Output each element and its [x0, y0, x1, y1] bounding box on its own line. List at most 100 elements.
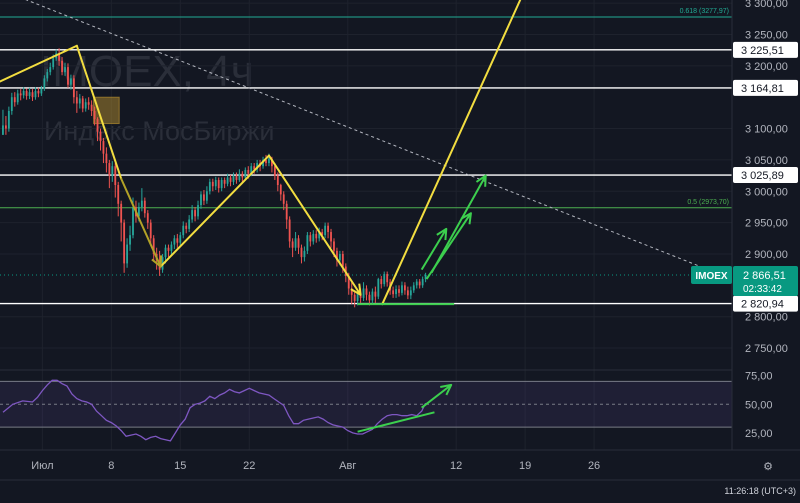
candle-body	[273, 166, 276, 176]
candle-body	[43, 78, 46, 89]
price-label-3[interactable]: 2 820,94	[733, 295, 798, 312]
watermark-symbol: IMOEX, 4ч	[40, 47, 254, 96]
candle-body	[409, 290, 412, 296]
candle-body	[13, 97, 16, 103]
candle-body	[282, 194, 285, 204]
candle-body	[205, 191, 208, 201]
price-tick-6: 2 950,00	[745, 218, 788, 230]
candle-body	[87, 102, 90, 105]
candle-body	[403, 285, 406, 291]
candle-body	[19, 93, 22, 96]
candle-body	[383, 274, 386, 285]
time-tick-4: Авг	[339, 460, 356, 472]
candle-body	[64, 67, 66, 73]
watermark-name: Индекс МосБиржи	[44, 116, 274, 146]
candle-body	[333, 241, 335, 251]
candle-body	[294, 238, 297, 248]
rsi-tick-1: 50,00	[745, 399, 773, 411]
candle-body	[395, 289, 397, 295]
price-tick-5: 3 000,00	[745, 186, 788, 198]
candle-body	[401, 285, 403, 293]
candle-body	[102, 141, 105, 154]
fib-label-0: 0.618 (3277,97)	[680, 8, 729, 15]
price-tick-9: 2 750,00	[745, 343, 788, 355]
candle-body	[67, 67, 69, 85]
candle-body	[315, 233, 318, 239]
candle-body	[114, 166, 117, 185]
price-tick-7: 2 900,00	[745, 249, 788, 261]
candle-body	[173, 238, 176, 245]
price-label-1[interactable]: 3 164,81	[733, 79, 798, 96]
rsi-tick-2: 25,00	[745, 428, 773, 440]
candle-body	[10, 97, 13, 111]
candle-body	[61, 60, 63, 73]
candle-body	[279, 185, 282, 195]
candle-body	[132, 206, 134, 236]
price-tick-1: 3 250,00	[745, 29, 788, 41]
candle-body	[374, 291, 377, 297]
candle-body	[194, 210, 196, 217]
price-tick-4: 3 050,00	[745, 155, 788, 167]
time-tick-0: Июл	[31, 460, 53, 472]
candle-body	[182, 225, 185, 236]
candle-body	[208, 181, 211, 192]
candle-body	[412, 285, 415, 291]
settings-gear-icon[interactable]: ⚙	[763, 461, 773, 473]
candle-body	[235, 175, 238, 180]
current-price-value: 2 866,51	[743, 270, 786, 282]
candle-body	[415, 281, 418, 286]
candle-body	[341, 253, 344, 267]
candle-103[interactable]	[306, 232, 309, 254]
candle-body	[105, 153, 108, 164]
time-tick-6: 19	[519, 460, 531, 472]
candle-body	[126, 244, 129, 264]
candle-body	[291, 241, 294, 248]
candle-body	[170, 244, 173, 251]
candle-body	[46, 72, 49, 79]
time-tick-5: 12	[450, 460, 462, 472]
price-label-2[interactable]: 3 025,89	[733, 167, 798, 184]
candle-body	[84, 102, 87, 109]
chart-svg[interactable]: IMOEX, 4ч Индекс МосБиржи 0.618 (3277,97)…	[0, 0, 800, 498]
candle-body	[327, 225, 329, 233]
candle-body	[229, 177, 232, 182]
symbol-badge-text: IMOEX	[695, 271, 728, 282]
candle-body	[120, 203, 123, 223]
candle-body	[140, 200, 143, 207]
candle-127[interactable]	[377, 277, 380, 300]
chart-container: IMOEX, 4ч Индекс МосБиржи 0.618 (3277,97)…	[0, 0, 800, 498]
price-label-0[interactable]: 3 225,51	[733, 41, 798, 58]
candle-body	[223, 179, 226, 184]
candle-body	[34, 90, 37, 98]
candle-body	[247, 169, 250, 174]
price-tick-2: 3 200,00	[745, 61, 788, 73]
candle-body	[7, 111, 10, 129]
candle-body	[338, 253, 341, 261]
candle-body	[31, 92, 34, 98]
rsi-tick-0: 75,00	[745, 371, 773, 383]
candle-body	[406, 290, 409, 296]
candle-body	[297, 238, 300, 248]
candle-body	[312, 233, 315, 242]
candle-body	[185, 225, 188, 229]
price-label-text: 3 225,51	[741, 45, 784, 57]
fib-label-1: 0.5 (2973,70)	[687, 199, 729, 206]
candle-body	[362, 288, 365, 298]
candle-body	[117, 185, 120, 204]
candle-body	[25, 90, 28, 96]
candle-body	[309, 235, 312, 242]
candle-body	[143, 200, 146, 214]
candle-body	[276, 175, 279, 185]
candle-body	[371, 291, 374, 301]
price-label-text: 3 025,89	[741, 170, 784, 182]
candle-body	[149, 222, 152, 239]
candle-body	[40, 88, 43, 94]
candle-body	[220, 179, 223, 189]
candle-body	[129, 235, 131, 245]
candle-body	[330, 232, 332, 242]
time-tick-1: 8	[108, 460, 114, 472]
candle-body	[285, 203, 288, 220]
candle-body	[421, 279, 424, 286]
candle-body	[203, 194, 205, 201]
candle-body	[303, 250, 306, 258]
